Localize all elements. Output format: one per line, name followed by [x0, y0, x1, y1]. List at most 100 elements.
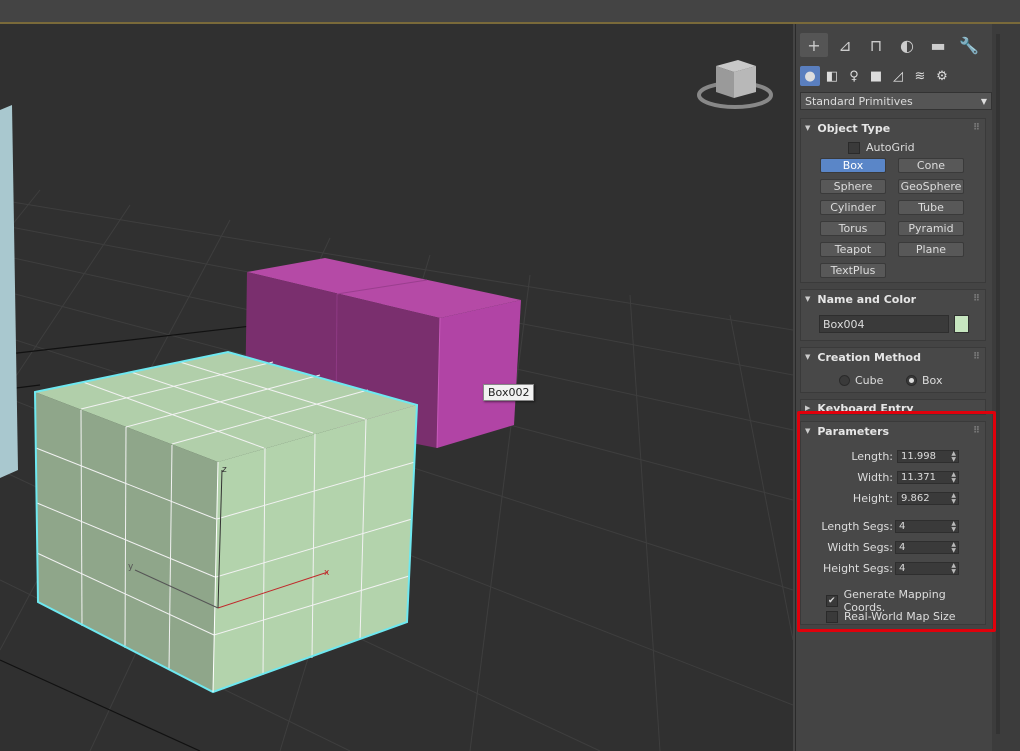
rollout-title: Creation Method [817, 350, 921, 364]
helpers-icon[interactable]: ◿ [888, 66, 908, 86]
spinner-value: 11.371 [901, 472, 936, 483]
grid-axis-line [0, 324, 261, 356]
length-spinner[interactable]: 11.998 ▲ ▼ [897, 450, 959, 463]
grip-icon: ⠿ [972, 123, 980, 133]
length-segs-spinner[interactable]: 4 ▲ ▼ [895, 520, 959, 533]
width-field: Width: 11.371 ▲ ▼ [801, 471, 959, 484]
utilities-wrench-icon[interactable]: 🔧 [955, 33, 983, 57]
checkmark-icon: ✔ [826, 595, 838, 607]
plane-button[interactable]: Plane [898, 242, 964, 257]
field-label: Width: [857, 471, 893, 484]
height-segs-spinner[interactable]: 4 ▲ ▼ [895, 562, 959, 575]
width-segs-field: Width Segs: 4 ▲ ▼ [801, 541, 959, 554]
spinner-value: 4 [899, 542, 906, 553]
create-category-tabs: ● ◧ ♀ ■ ◿ ≋ ⚙ [796, 64, 996, 88]
geosphere-button[interactable]: GeoSphere [898, 179, 964, 194]
axis-x-label: x [324, 568, 330, 578]
hierarchy-icon[interactable]: ⊓ [862, 33, 890, 57]
height-field: Height: 9.862 ▲ ▼ [801, 492, 959, 505]
display-icon[interactable]: ▬ [924, 33, 952, 57]
systems-icon[interactable]: ⚙ [932, 66, 952, 86]
space-warps-icon[interactable]: ≋ [910, 66, 930, 86]
autogrid-checkbox[interactable]: AutoGrid [848, 141, 915, 154]
spinner-value: 4 [899, 563, 906, 574]
radio-dot [906, 375, 917, 386]
name-and-color-header[interactable]: ▼ Name and Color ⠿ [801, 290, 985, 308]
cylinder-button[interactable]: Cylinder [820, 200, 886, 215]
object-name-tooltip: Box002 [483, 384, 535, 401]
torus-button[interactable]: Torus [820, 221, 886, 236]
rollout-title: Parameters [817, 424, 890, 438]
viewcube[interactable] [697, 60, 773, 109]
modify-icon[interactable]: ⊿ [831, 33, 859, 57]
spinner-arrows-icon[interactable]: ▲ ▼ [951, 542, 956, 554]
length-segs-field: Length Segs: 4 ▲ ▼ [801, 520, 959, 533]
object-name-field[interactable]: Box004 [819, 315, 949, 333]
field-label: Height: [852, 492, 893, 505]
tube-button[interactable]: Tube [898, 200, 964, 215]
expand-triangle-icon: ▶ [805, 404, 811, 412]
selected-green-box[interactable] [33, 350, 419, 694]
motion-icon[interactable]: ◐ [893, 33, 921, 57]
light-blue-slab[interactable] [0, 105, 18, 478]
field-label: Length: [851, 450, 893, 463]
rollout-title: Keyboard Entry [817, 401, 914, 415]
parameters-header[interactable]: ▼ Parameters ⠿ [801, 422, 985, 440]
spinner-arrows-icon[interactable]: ▲ ▼ [951, 451, 956, 463]
scrollbar-track[interactable] [996, 34, 1000, 734]
rollout-title: Name and Color [817, 292, 917, 306]
axis-z-label: z [222, 465, 227, 475]
object-color-swatch[interactable] [954, 315, 969, 333]
spinner-arrows-icon[interactable]: ▲ ▼ [951, 472, 956, 484]
width-spinner[interactable]: 11.371 ▲ ▼ [897, 471, 959, 484]
main-toolbar [0, 0, 1020, 24]
height-spinner[interactable]: 9.862 ▲ ▼ [897, 492, 959, 505]
name-and-color-rollout: ▼ Name and Color ⠿ Box004 [800, 289, 986, 341]
checkbox-box [826, 610, 838, 623]
collapse-triangle-icon: ▼ [805, 295, 811, 303]
grip-icon: ⠿ [972, 352, 980, 362]
cube-radio[interactable]: Cube [839, 374, 883, 387]
grip-icon: ⠿ [972, 294, 980, 304]
spinner-arrows-icon[interactable]: ▲ ▼ [951, 521, 956, 533]
cone-button[interactable]: Cone [898, 158, 964, 173]
checkbox-label: AutoGrid [866, 141, 915, 154]
command-panel-scrollbar[interactable] [992, 24, 1020, 751]
sphere-button[interactable]: Sphere [820, 179, 886, 194]
box-button[interactable]: Box [820, 158, 886, 173]
lights-icon[interactable]: ♀ [844, 66, 864, 86]
pyramid-button[interactable]: Pyramid [898, 221, 964, 236]
viewport-scene: x z y [0, 60, 793, 751]
primitive-category-dropdown[interactable]: Standard Primitives ▼ [800, 92, 992, 110]
shapes-icon[interactable]: ◧ [822, 66, 842, 86]
object-type-header[interactable]: ▼ Object Type ⠿ [801, 119, 985, 137]
textplus-button[interactable]: TextPlus [820, 263, 886, 278]
real-world-map-size-checkbox[interactable]: Real-World Map Size [826, 610, 956, 623]
keyboard-entry-header[interactable]: ▶ Keyboard Entry [801, 400, 985, 415]
rollout-title: Object Type [817, 121, 891, 135]
height-segs-field: Height Segs: 4 ▲ ▼ [801, 562, 959, 575]
box-radio[interactable]: Box [906, 374, 942, 387]
radio-dot [839, 375, 850, 386]
command-panel-tabs: + ⊿ ⊓ ◐ ▬ 🔧 [796, 30, 996, 60]
spinner-value: 4 [899, 521, 906, 532]
spinner-value: 9.862 [901, 493, 930, 504]
dropdown-value: Standard Primitives [805, 94, 913, 108]
field-label: Length Segs: [821, 520, 893, 533]
cameras-icon[interactable]: ■ [866, 66, 886, 86]
width-segs-spinner[interactable]: 4 ▲ ▼ [895, 541, 959, 554]
field-label: Height Segs: [822, 562, 893, 575]
spinner-arrows-icon[interactable]: ▲ ▼ [951, 493, 956, 505]
radio-label: Box [922, 374, 943, 387]
perspective-viewport[interactable]: x z y Box002 [0, 24, 793, 751]
collapse-triangle-icon: ▼ [805, 353, 811, 361]
collapse-triangle-icon: ▼ [805, 427, 811, 435]
teapot-button[interactable]: Teapot [820, 242, 886, 257]
spinner-arrows-icon[interactable]: ▲ ▼ [951, 563, 956, 575]
object-type-rollout: ▼ Object Type ⠿ AutoGrid Box Cone Sphere… [800, 118, 986, 283]
create-plus-icon[interactable]: + [800, 33, 828, 57]
checkbox-box [848, 141, 860, 154]
creation-method-header[interactable]: ▼ Creation Method ⠿ [801, 348, 985, 366]
geometry-icon[interactable]: ● [800, 66, 820, 86]
grid-axis-line-3 [0, 659, 201, 751]
